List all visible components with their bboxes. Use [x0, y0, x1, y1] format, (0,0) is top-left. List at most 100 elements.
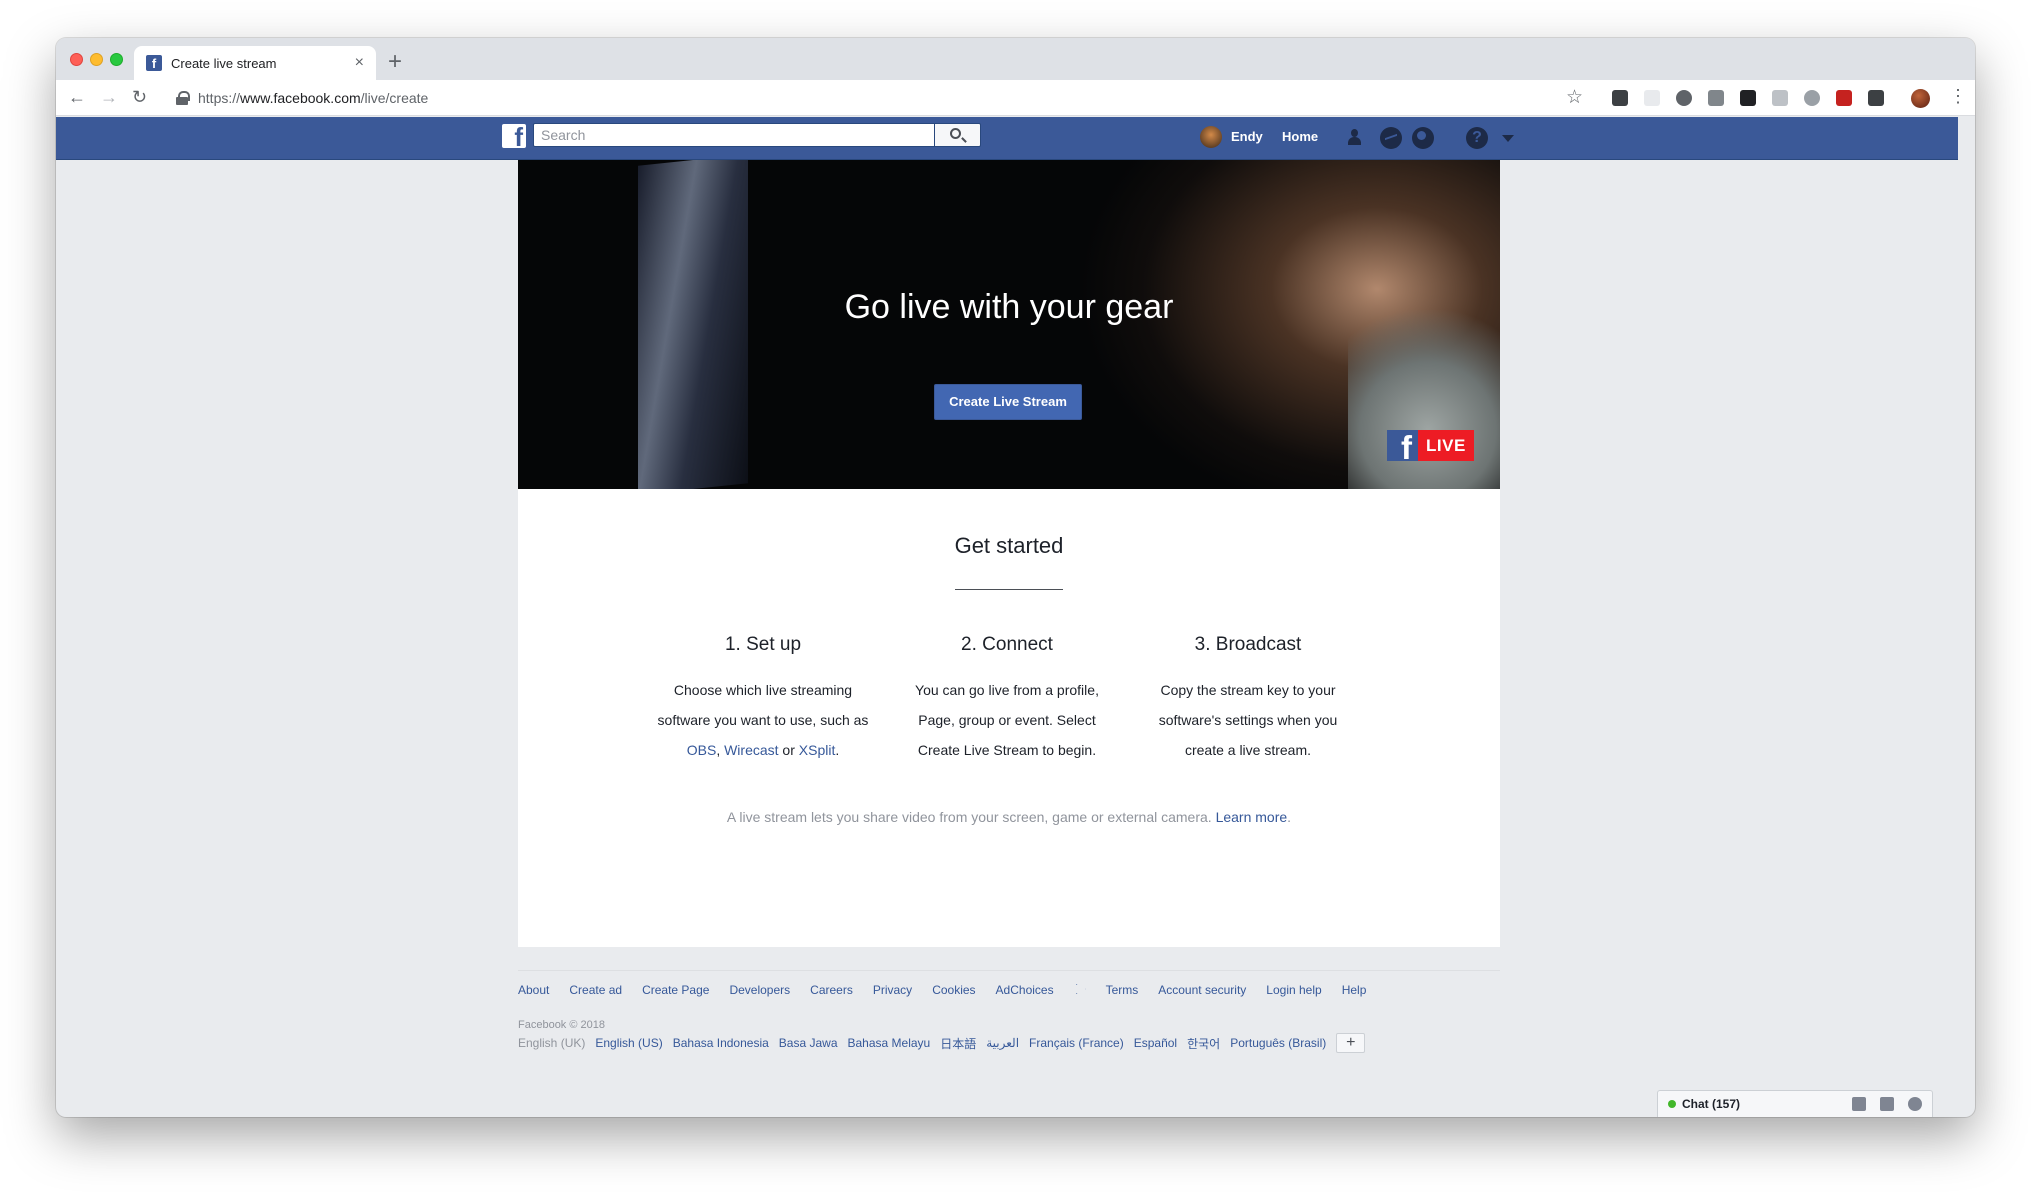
live-stream-note: A live stream lets you share video from … [726, 809, 1292, 825]
wirecast-link[interactable]: Wirecast [724, 742, 778, 758]
step-broadcast: 3. Broadcast Copy the stream key to your… [1138, 634, 1358, 765]
close-tab-icon[interactable]: × [355, 54, 364, 72]
create-group-icon[interactable] [1880, 1097, 1894, 1111]
notifications-globe-icon[interactable] [1412, 127, 1434, 149]
footer-link-account-security[interactable]: Account security [1158, 983, 1246, 997]
live-badge-text: LIVE [1418, 430, 1474, 461]
new-tab-button[interactable]: + [388, 48, 402, 76]
step-heading: 3. Broadcast [1194, 634, 1302, 655]
language-link[interactable]: Português (Brasil) [1230, 1036, 1326, 1050]
search-input[interactable]: Search [533, 123, 935, 147]
step-description: Copy the stream key to your software's s… [1158, 682, 1338, 758]
footer-link-create-page[interactable]: Create Page [642, 983, 709, 997]
extension-icon[interactable] [1772, 90, 1788, 106]
xsplit-link[interactable]: XSplit [799, 742, 836, 758]
bookmark-star-icon[interactable]: ☆ [1566, 86, 1583, 109]
footer-link-create-ad[interactable]: Create ad [569, 983, 622, 997]
extension-icon[interactable] [1836, 90, 1852, 106]
friend-requests-icon[interactable] [1347, 127, 1369, 149]
footer-link-privacy[interactable]: Privacy [873, 983, 912, 997]
chat-tab[interactable]: Chat (157) [1657, 1090, 1933, 1117]
lock-icon [176, 91, 190, 105]
close-window-button[interactable] [70, 53, 83, 66]
language-link[interactable]: Basa Jawa [779, 1036, 838, 1050]
new-message-icon[interactable] [1852, 1097, 1866, 1111]
step-setup: 1. Set up Choose which live streaming so… [653, 634, 873, 765]
profile-avatar[interactable] [1911, 89, 1930, 108]
extension-icon[interactable] [1804, 90, 1820, 106]
footer-link-careers[interactable]: Careers [810, 983, 853, 997]
facebook-logo-icon[interactable]: f [502, 124, 526, 148]
language-link[interactable]: Español [1134, 1036, 1177, 1050]
step-connect: 2. Connect You can go live from a profil… [897, 634, 1117, 765]
title-divider [955, 589, 1063, 590]
tab-strip: f Create live stream × + [56, 38, 1975, 80]
learn-more-link[interactable]: Learn more [1216, 809, 1288, 825]
reload-button[interactable]: ↻ [132, 87, 147, 108]
language-link[interactable]: Bahasa Indonesia [673, 1036, 769, 1050]
forward-button[interactable]: → [100, 87, 118, 108]
extension-icon[interactable] [1868, 90, 1884, 106]
browser-window: f Create live stream × + ← → ↻ https://w… [56, 38, 1975, 1117]
browser-toolbar: ← → ↻ https://www.facebook.com/live/crea… [56, 80, 1975, 116]
footer-divider [518, 970, 1500, 971]
facebook-favicon-icon: f [146, 55, 162, 71]
url-text: https://www.facebook.com/live/create [198, 90, 429, 106]
home-link[interactable]: Home [1282, 129, 1318, 144]
user-name-link[interactable]: Endy [1231, 129, 1263, 144]
hero-banner: Go live with your gear Create Live Strea… [518, 160, 1500, 489]
facebook-f-icon: f [1387, 430, 1418, 461]
create-live-stream-button[interactable]: Create Live Stream [934, 384, 1082, 420]
extension-icon[interactable] [1676, 90, 1692, 106]
step-description: Choose which live streaming software you… [657, 682, 869, 758]
footer-link-cookies[interactable]: Cookies [932, 983, 975, 997]
online-status-icon [1668, 1100, 1676, 1108]
extension-icon[interactable] [1708, 90, 1724, 106]
footer-link-developers[interactable]: Developers [729, 983, 790, 997]
language-link[interactable]: English (US) [595, 1036, 662, 1050]
get-started-card: Get started 1. Set up Choose which live … [518, 489, 1500, 947]
step-heading: 2. Connect [961, 634, 1053, 655]
back-button[interactable]: ← [68, 87, 86, 108]
minimize-window-button[interactable] [90, 53, 103, 66]
footer-link-adchoices[interactable]: AdChoices [996, 983, 1086, 997]
footer-links: About Create ad Create Page Developers C… [518, 983, 1386, 997]
browser-tab[interactable]: f Create live stream × [134, 46, 376, 80]
current-language: English (UK) [518, 1036, 586, 1050]
help-icon[interactable]: ? [1466, 127, 1488, 149]
get-started-title: Get started [954, 533, 1064, 558]
extension-icon[interactable] [1644, 90, 1660, 106]
facebook-live-badge: f LIVE [1387, 430, 1474, 461]
chat-label: Chat (157) [1682, 1097, 1741, 1111]
language-selector: English (UK) English (US) Bahasa Indones… [518, 1033, 1366, 1053]
footer-link-help[interactable]: Help [1342, 983, 1367, 997]
chat-settings-gear-icon[interactable] [1908, 1097, 1922, 1111]
account-menu-caret-icon[interactable] [1502, 135, 1514, 142]
footer-link-terms[interactable]: Terms [1106, 983, 1139, 997]
messenger-icon[interactable] [1380, 127, 1402, 149]
facebook-header: f Search Endy Home ? [56, 117, 1958, 160]
zoom-window-button[interactable] [110, 53, 123, 66]
language-link[interactable]: Bahasa Melayu [848, 1036, 931, 1050]
address-bar[interactable]: https://www.facebook.com/live/create [176, 84, 1632, 112]
footer-link-login-help[interactable]: Login help [1266, 983, 1321, 997]
language-link[interactable]: 한국어 [1187, 1035, 1220, 1052]
step-description: You can go live from a profile, Page, gr… [915, 682, 1099, 758]
language-link[interactable]: Français (France) [1029, 1036, 1124, 1050]
browser-menu-icon[interactable]: ⋮ [1949, 87, 1967, 105]
tab-title: Create live stream [171, 55, 277, 71]
hero-background-hoodie [1348, 310, 1500, 489]
more-languages-button[interactable]: + [1336, 1033, 1366, 1053]
extension-icon[interactable] [1612, 90, 1628, 106]
adchoices-icon [1075, 984, 1086, 994]
language-link[interactable]: 日本語 [940, 1035, 976, 1052]
search-icon [950, 128, 961, 139]
search-button[interactable] [935, 123, 981, 147]
obs-link[interactable]: OBS [687, 742, 717, 758]
language-link[interactable]: العربية [986, 1036, 1019, 1050]
copyright: Facebook © 2018 [518, 1019, 605, 1031]
hero-title: Go live with your gear [844, 288, 1174, 326]
footer-link-about[interactable]: About [518, 983, 549, 997]
extension-icon[interactable] [1740, 90, 1756, 106]
user-avatar[interactable] [1200, 126, 1222, 148]
